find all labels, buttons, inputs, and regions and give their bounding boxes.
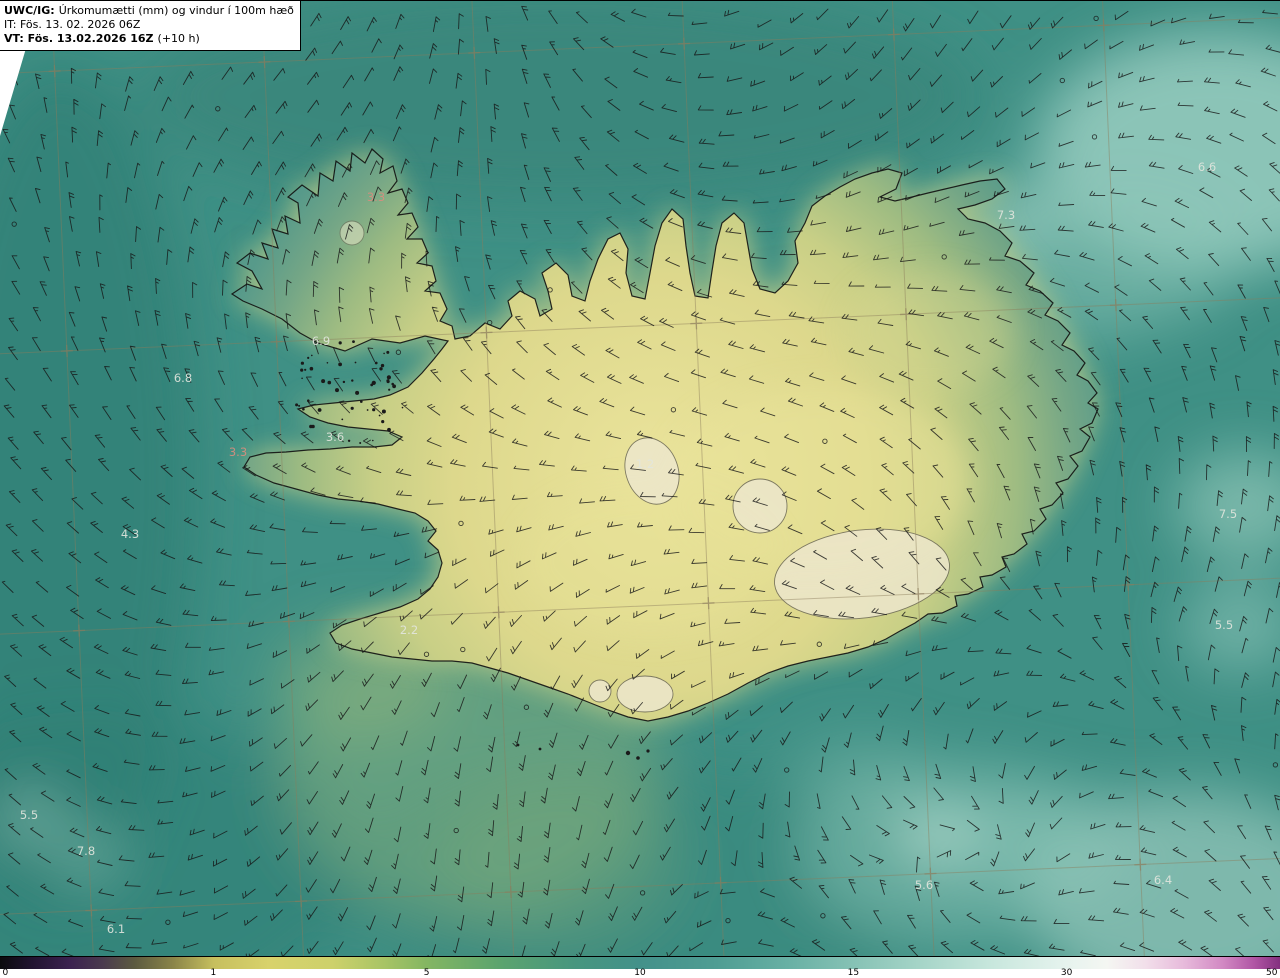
contour-label: 3.3 — [367, 190, 385, 204]
product-title: Úrkomumætti (mm) og vindur í 100m hæð — [58, 4, 294, 17]
weather-map-canvas: 6.6 7.3 3.3 6.9 6.8 3.6 3.3 4.3 1.2 2.2 7.5 5.5 5.5 7… — [0, 1, 1280, 956]
contour-label: 3.6 — [326, 430, 344, 444]
islet-dot — [342, 380, 346, 384]
islet-dot — [300, 368, 304, 372]
islet-dot — [309, 366, 314, 371]
islet-dot — [311, 424, 315, 429]
islet-dot — [387, 427, 391, 432]
islet-dot — [335, 388, 339, 393]
islet-dot — [307, 356, 310, 359]
islet-dot — [391, 382, 395, 386]
map-title-box: UWC/IG: Úrkomumætti (mm) og vindur í 100m… — [0, 1, 301, 51]
map-area: 6.6 7.3 3.3 6.9 6.8 3.6 3.3 4.3 1.2 2.2 7.5 5.5 5.5 7… — [0, 0, 1280, 956]
contour-label: 2.2 — [400, 623, 418, 637]
contour-label: 1.2 — [636, 457, 654, 471]
islet-dot — [388, 388, 391, 391]
islet-dot — [300, 361, 304, 365]
islet-dot — [386, 379, 390, 382]
islet-dot — [381, 420, 385, 424]
contour-label: 6.8 — [174, 371, 192, 385]
islet-dot — [307, 399, 310, 403]
islet-dot — [351, 379, 354, 382]
islet-dot — [341, 418, 344, 421]
islet-dot — [350, 406, 354, 410]
islet-dot — [378, 414, 381, 417]
contour-label: 3.3 — [229, 445, 247, 459]
colorbar-tick-5: 5 — [423, 968, 430, 978]
colorbar: 0 1 5 10 15 30 50 — [0, 956, 1280, 978]
colorbar-tick-50: 50 — [1265, 968, 1278, 978]
islet-dot — [326, 362, 329, 364]
islet-dot — [366, 409, 369, 411]
islet-dot — [321, 379, 326, 384]
islet-dot — [317, 408, 322, 412]
contour-label: 6.9 — [312, 334, 330, 348]
islet-dot — [295, 403, 299, 407]
contour-label: 6.4 — [1154, 873, 1172, 887]
contour-label: 5.6 — [915, 878, 933, 892]
islet-dot — [301, 377, 303, 380]
islet-dot — [355, 390, 360, 395]
islet-dot — [386, 375, 391, 380]
islet-dot — [360, 400, 363, 403]
islet-dot — [381, 409, 386, 414]
islet-dot — [371, 380, 376, 385]
model-label: UWC/IG: — [4, 4, 55, 17]
islet-dot — [372, 439, 374, 442]
islet-dot — [354, 361, 357, 364]
contour-label: 6.6 — [1198, 160, 1216, 174]
islet-dot — [372, 408, 376, 412]
contour-label: 4.3 — [121, 527, 139, 541]
islet-dot — [298, 404, 301, 407]
islet-dot — [401, 406, 404, 409]
islet-dot — [327, 380, 332, 385]
islet-dot — [347, 439, 351, 442]
islet-dot — [352, 340, 355, 343]
weather-map-app: 6.6 7.3 3.3 6.9 6.8 3.6 3.3 4.3 1.2 2.2 7.5 5.5 5.5 7… — [0, 0, 1280, 978]
colorbar-tick-30: 30 — [1060, 968, 1073, 978]
contour-label: 5.5 — [1215, 618, 1233, 632]
islet-dot — [386, 350, 390, 354]
contour-label: 6.1 — [107, 922, 125, 936]
islet-dot — [304, 368, 307, 371]
islet-dot — [338, 341, 342, 345]
islet-dot — [338, 362, 342, 367]
valid-offset: (+10 h) — [157, 32, 200, 45]
colorbar-tick-labels: 0 1 5 10 15 30 50 — [0, 969, 1280, 978]
contour-label: 7.8 — [77, 844, 95, 858]
contour-label: 7.5 — [1219, 507, 1237, 521]
contour-label: 7.3 — [997, 208, 1015, 222]
colorbar-tick-1: 1 — [210, 968, 217, 978]
valid-time-line: VT: Fös. 13.02.2026 16Z (+10 h) — [4, 32, 294, 46]
islet-dot — [311, 354, 313, 357]
product-title-line: UWC/IG: Úrkomumætti (mm) og vindur í 100m… — [4, 4, 294, 18]
islet-dot — [379, 367, 383, 371]
colorbar-tick-10: 10 — [634, 968, 646, 978]
islet-dot — [359, 442, 362, 444]
colorbar-tick-0: 0 — [2, 968, 9, 978]
islet-dot — [380, 363, 385, 368]
colorbar-tick-15: 15 — [847, 968, 860, 978]
contour-label: 5.5 — [20, 808, 38, 822]
islet-dot — [383, 352, 385, 355]
islet-dot — [374, 361, 378, 365]
valid-time: VT: Fös. 13.02.2026 16Z — [4, 32, 154, 45]
islet-dot — [302, 407, 305, 411]
init-time-line: IT: Fös. 13. 02. 2026 06Z — [4, 18, 141, 31]
